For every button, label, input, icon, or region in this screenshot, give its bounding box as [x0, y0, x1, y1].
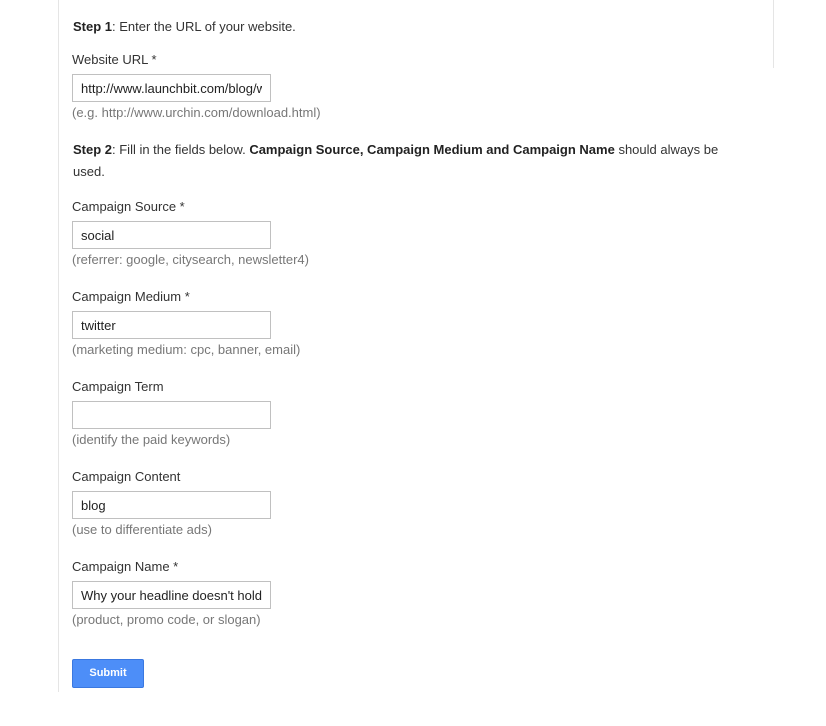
website-url-field: Website URL * (e.g. http://www.urchin.co… [72, 51, 472, 120]
campaign-term-hint: (identify the paid keywords) [72, 432, 231, 447]
panel-right-border [773, 0, 774, 68]
step-2-label: Step 2 [73, 142, 113, 157]
campaign-source-hint: (referrer: google, citysearch, newslette… [72, 252, 309, 267]
campaign-medium-field: Campaign Medium * (marketing medium: cpc… [72, 288, 472, 357]
step-2-text-a: : Fill in the fields below. [112, 142, 250, 157]
step-1-instruction: Step 1: Enter the URL of your website. [73, 16, 296, 38]
step-1-text: : Enter the URL of your website. [112, 19, 296, 34]
campaign-medium-label: Campaign Medium * [72, 289, 190, 304]
campaign-source-field: Campaign Source * (referrer: google, cit… [72, 198, 472, 267]
campaign-source-input[interactable] [72, 221, 271, 249]
campaign-name-label: Campaign Name * [72, 559, 179, 574]
campaign-name-field: Campaign Name * (product, promo code, or… [72, 558, 472, 627]
campaign-source-label: Campaign Source * [72, 199, 185, 214]
step-2-required-fields: Campaign Source, Campaign Medium and Cam… [249, 142, 615, 157]
campaign-name-input[interactable] [72, 581, 271, 609]
panel-left-border [58, 0, 59, 692]
campaign-term-field: Campaign Term (identify the paid keyword… [72, 378, 472, 447]
website-url-input[interactable] [72, 74, 271, 102]
campaign-name-hint: (product, promo code, or slogan) [72, 612, 261, 627]
campaign-medium-hint: (marketing medium: cpc, banner, email) [72, 342, 301, 357]
step-2-instruction: Step 2: Fill in the fields below. Campai… [73, 139, 745, 183]
campaign-content-label: Campaign Content [72, 469, 181, 484]
campaign-content-field: Campaign Content (use to differentiate a… [72, 468, 472, 537]
campaign-term-label: Campaign Term [72, 379, 164, 394]
campaign-medium-input[interactable] [72, 311, 271, 339]
campaign-content-hint: (use to differentiate ads) [72, 522, 212, 537]
campaign-term-input[interactable] [72, 401, 271, 429]
website-url-label: Website URL * [72, 52, 157, 67]
website-url-hint: (e.g. http://www.urchin.com/download.htm… [72, 105, 321, 120]
submit-button[interactable]: Submit [72, 659, 144, 688]
step-1-label: Step 1 [73, 19, 113, 34]
campaign-content-input[interactable] [72, 491, 271, 519]
